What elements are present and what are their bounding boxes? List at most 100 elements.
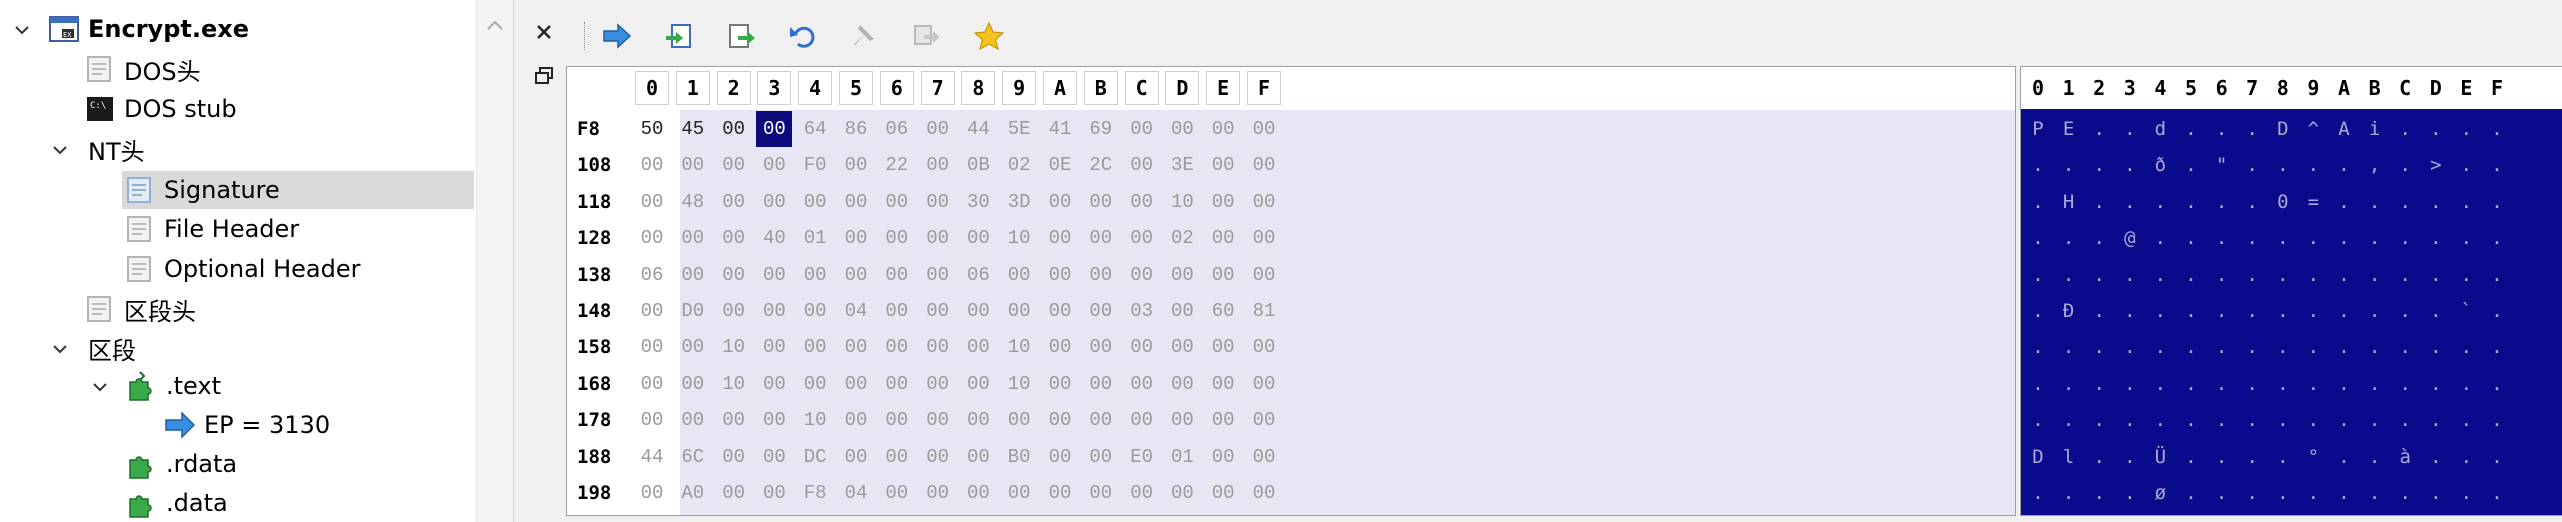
- hex-byte-cell[interactable]: 00: [1042, 366, 1078, 402]
- ascii-char-cell[interactable]: .: [2451, 111, 2481, 147]
- tree-item-rdata-section[interactable]: .rdata: [126, 445, 237, 483]
- hex-byte-cell[interactable]: 00: [756, 475, 792, 511]
- hex-byte-cell[interactable]: 00: [960, 439, 996, 475]
- hex-byte-cell[interactable]: B0: [1001, 439, 1037, 475]
- hex-byte-cell[interactable]: 00: [1246, 439, 1282, 475]
- ascii-char-cell[interactable]: .: [2451, 475, 2481, 511]
- hex-byte-cell[interactable]: 00: [1042, 293, 1078, 329]
- ascii-char-cell[interactable]: .: [2482, 257, 2512, 293]
- hex-byte-cell[interactable]: 00: [1246, 366, 1282, 402]
- ascii-char-cell[interactable]: .: [2176, 257, 2206, 293]
- ascii-char-cell[interactable]: .: [2115, 111, 2145, 147]
- hex-byte-cell[interactable]: 00: [1042, 220, 1078, 256]
- tree-item-text-section[interactable]: .text: [126, 367, 221, 405]
- ascii-char-cell[interactable]: .: [2360, 402, 2390, 438]
- ascii-char-cell[interactable]: .: [2268, 366, 2298, 402]
- hex-byte-cell[interactable]: 00: [920, 293, 956, 329]
- hex-byte-cell[interactable]: 3D: [1001, 184, 1037, 220]
- ascii-char-cell[interactable]: .: [2145, 184, 2175, 220]
- ascii-char-cell[interactable]: .: [2115, 147, 2145, 183]
- ascii-char-cell[interactable]: P: [2023, 111, 2053, 147]
- tree-item-file-header[interactable]: File Header: [124, 210, 299, 248]
- chevron-down-icon[interactable]: [52, 341, 68, 357]
- ascii-char-cell[interactable]: .: [2023, 366, 2053, 402]
- hex-byte-cell[interactable]: 02: [1164, 220, 1200, 256]
- hex-byte-cell[interactable]: 00: [634, 402, 670, 438]
- hex-byte-cell[interactable]: 5E: [1001, 111, 1037, 147]
- ascii-char-cell[interactable]: .: [2176, 475, 2206, 511]
- ascii-char-cell[interactable]: .: [2482, 147, 2512, 183]
- ascii-char-cell[interactable]: .: [2237, 402, 2267, 438]
- hex-byte-cell[interactable]: 00: [1124, 402, 1160, 438]
- hex-byte-cell[interactable]: 00: [960, 402, 996, 438]
- goto-icon[interactable]: [909, 18, 945, 54]
- tree-item-section-headers[interactable]: 区段头: [84, 290, 196, 328]
- hex-byte-cell[interactable]: 00: [1246, 475, 1282, 511]
- hex-byte-cell[interactable]: 00: [920, 184, 956, 220]
- ascii-char-cell[interactable]: .: [2268, 439, 2298, 475]
- hex-byte-cell[interactable]: D0: [675, 293, 711, 329]
- hex-byte-cell[interactable]: 00: [879, 366, 915, 402]
- hex-byte-cell[interactable]: F0: [797, 147, 833, 183]
- ascii-char-cell[interactable]: .: [2237, 329, 2267, 365]
- hex-byte-cell[interactable]: 00: [1164, 366, 1200, 402]
- hex-byte-cell[interactable]: 00: [1124, 475, 1160, 511]
- ascii-char-cell[interactable]: .: [2482, 475, 2512, 511]
- hex-byte-cell[interactable]: 00: [838, 366, 874, 402]
- ascii-char-cell[interactable]: .: [2360, 257, 2390, 293]
- hex-byte-cell[interactable]: 00: [1205, 257, 1241, 293]
- hex-byte-cell[interactable]: 00: [920, 439, 956, 475]
- hex-view[interactable]: 0123456789ABCDEF F8 50 45 00 00 64 86 06 00 44 5E 4…: [566, 66, 2016, 516]
- hex-byte-cell[interactable]: 00: [1246, 147, 1282, 183]
- ascii-char-cell[interactable]: .: [2268, 293, 2298, 329]
- ascii-char-cell[interactable]: .: [2054, 475, 2084, 511]
- ascii-char-cell[interactable]: .: [2482, 184, 2512, 220]
- hex-byte-cell[interactable]: 10: [1164, 184, 1200, 220]
- ascii-char-cell[interactable]: .: [2329, 439, 2359, 475]
- ascii-char-cell[interactable]: .: [2360, 329, 2390, 365]
- ascii-char-cell[interactable]: .: [2329, 184, 2359, 220]
- ascii-char-cell[interactable]: A: [2329, 111, 2359, 147]
- hex-byte-cell[interactable]: 00: [1246, 184, 1282, 220]
- hex-byte-cell[interactable]: 48: [675, 184, 711, 220]
- hex-byte-cell[interactable]: 00: [675, 402, 711, 438]
- ascii-char-cell[interactable]: .: [2360, 366, 2390, 402]
- hex-byte-cell[interactable]: 00: [756, 366, 792, 402]
- ascii-char-cell[interactable]: E: [2054, 111, 2084, 147]
- hex-byte-cell[interactable]: 10: [797, 402, 833, 438]
- forward-arrow-icon[interactable]: [599, 18, 635, 54]
- ascii-char-cell[interactable]: .: [2482, 402, 2512, 438]
- hex-byte-cell[interactable]: 06: [634, 257, 670, 293]
- ascii-char-cell[interactable]: .: [2237, 111, 2267, 147]
- hex-byte-cell[interactable]: 00: [1124, 257, 1160, 293]
- chevron-down-icon[interactable]: [14, 22, 30, 38]
- ascii-char-cell[interactable]: .: [2451, 220, 2481, 256]
- ascii-char-cell[interactable]: Ð: [2054, 293, 2084, 329]
- ascii-char-cell[interactable]: .: [2023, 475, 2053, 511]
- hex-byte-cell[interactable]: 30: [960, 184, 996, 220]
- ascii-char-cell[interactable]: .: [2176, 293, 2206, 329]
- hex-byte-cell[interactable]: 44: [960, 111, 996, 147]
- ascii-char-cell[interactable]: .: [2176, 184, 2206, 220]
- ascii-char-cell[interactable]: .: [2207, 439, 2237, 475]
- ascii-char-cell[interactable]: .: [2176, 402, 2206, 438]
- hex-byte-cell[interactable]: 00: [960, 475, 996, 511]
- ascii-char-cell[interactable]: .: [2421, 257, 2451, 293]
- ascii-char-cell[interactable]: .: [2207, 402, 2237, 438]
- tree-item-sections[interactable]: 区段: [88, 329, 136, 367]
- ascii-char-cell[interactable]: >: [2421, 147, 2451, 183]
- hex-byte-cell[interactable]: 00: [1001, 257, 1037, 293]
- ascii-char-cell[interactable]: .: [2084, 184, 2114, 220]
- ascii-char-cell[interactable]: .: [2360, 293, 2390, 329]
- hex-byte-cell[interactable]: 02: [1001, 147, 1037, 183]
- ascii-char-cell[interactable]: ": [2207, 147, 2237, 183]
- ascii-char-cell[interactable]: .: [2360, 220, 2390, 256]
- ascii-char-cell[interactable]: 0: [2268, 184, 2298, 220]
- ascii-char-cell[interactable]: .: [2482, 439, 2512, 475]
- ascii-char-cell[interactable]: à: [2390, 439, 2420, 475]
- ascii-char-cell[interactable]: .: [2115, 329, 2145, 365]
- ascii-char-cell[interactable]: .: [2329, 329, 2359, 365]
- restore-window-icon[interactable]: [534, 66, 554, 86]
- hex-byte-cell[interactable]: 00: [1124, 329, 1160, 365]
- hex-byte-cell[interactable]: 00: [879, 329, 915, 365]
